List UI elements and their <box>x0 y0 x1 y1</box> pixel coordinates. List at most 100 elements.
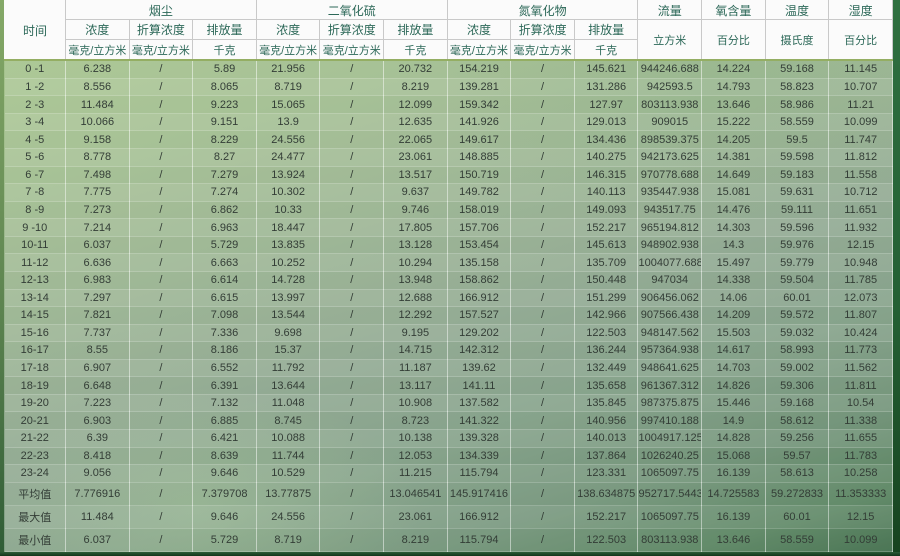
value-cell: 9.158 <box>66 131 130 149</box>
table-row: 4 -59.158/8.22924.556/22.065149.617/134.… <box>5 131 893 149</box>
subheader-nox-emission: 排放量 <box>574 20 638 40</box>
value-cell: 15.068 <box>702 447 766 465</box>
value-cell: 12.15 <box>829 505 893 528</box>
unit-so2-concentration: 毫克/立方米 <box>256 40 320 61</box>
value-cell: 157.706 <box>447 219 511 237</box>
value-cell: 58.823 <box>765 78 829 96</box>
value-cell: 149.782 <box>447 184 511 202</box>
value-cell: 139.328 <box>447 430 511 448</box>
value-cell: 14.725583 <box>702 482 766 505</box>
row-label-cell: 18-19 <box>5 377 66 395</box>
value-cell: 59.306 <box>765 377 829 395</box>
value-cell: / <box>511 236 575 254</box>
row-label-cell: 19-20 <box>5 394 66 412</box>
value-cell: 142.312 <box>447 342 511 360</box>
value-cell: / <box>511 394 575 412</box>
value-cell: 5.89 <box>193 60 257 78</box>
value-cell: 13.9 <box>256 113 320 131</box>
value-cell: / <box>320 236 384 254</box>
value-cell: 8.418 <box>66 447 130 465</box>
unit-humidity: 百分比 <box>829 20 893 61</box>
value-cell: 59.631 <box>765 184 829 202</box>
value-cell: / <box>320 342 384 360</box>
value-cell: / <box>511 447 575 465</box>
value-cell: 14.649 <box>702 166 766 184</box>
value-cell: 140.275 <box>574 149 638 167</box>
value-cell: 8.55 <box>66 342 130 360</box>
value-cell: 166.912 <box>447 289 511 307</box>
value-cell: 11.651 <box>829 201 893 219</box>
value-cell: 131.286 <box>574 78 638 96</box>
value-cell: 15.497 <box>702 254 766 272</box>
value-cell: 8.27 <box>193 149 257 167</box>
value-cell: / <box>320 528 384 551</box>
value-cell: 14.338 <box>702 271 766 289</box>
value-cell: 14.224 <box>702 60 766 78</box>
value-cell: / <box>320 324 384 342</box>
row-label-cell: 11-12 <box>5 254 66 272</box>
value-cell: 11.187 <box>384 359 448 377</box>
value-cell: 141.322 <box>447 412 511 430</box>
value-cell: / <box>511 430 575 448</box>
value-cell: 58.612 <box>765 412 829 430</box>
value-cell: 8.778 <box>66 149 130 167</box>
summary-row: 最大值11.484/9.64624.556/23.061166.912/152.… <box>5 505 893 528</box>
row-label-cell: 2 -3 <box>5 96 66 114</box>
value-cell: 59.032 <box>765 324 829 342</box>
value-cell: 10.529 <box>256 465 320 483</box>
value-cell: 9.746 <box>384 201 448 219</box>
table-row: 2 -311.484/9.22315.065/12.099159.342/127… <box>5 96 893 114</box>
value-cell: 13.517 <box>384 166 448 184</box>
value-cell: 24.477 <box>256 149 320 167</box>
value-cell: 14.715 <box>384 342 448 360</box>
value-cell: / <box>511 324 575 342</box>
value-cell: 9.637 <box>384 184 448 202</box>
value-cell: 11.811 <box>829 377 893 395</box>
value-cell: 7.775 <box>66 184 130 202</box>
value-cell: 6.614 <box>193 271 257 289</box>
value-cell: 9.646 <box>193 465 257 483</box>
row-label-cell: 23-24 <box>5 465 66 483</box>
value-cell: 6.907 <box>66 359 130 377</box>
value-cell: 11.744 <box>256 447 320 465</box>
value-cell: / <box>320 96 384 114</box>
row-label-cell: 12-13 <box>5 271 66 289</box>
value-cell: 1065097.75 <box>638 465 702 483</box>
subheader-nox-converted: 折算浓度 <box>511 20 575 40</box>
value-cell: 7.379708 <box>193 482 257 505</box>
value-cell: 9.646 <box>193 505 257 528</box>
value-cell: 13.646 <box>702 96 766 114</box>
value-cell: / <box>320 219 384 237</box>
value-cell: 24.556 <box>256 131 320 149</box>
row-label-cell: 20-21 <box>5 412 66 430</box>
value-cell: / <box>320 60 384 78</box>
value-cell: 137.864 <box>574 447 638 465</box>
value-cell: 127.97 <box>574 96 638 114</box>
value-cell: 1004077.688 <box>638 254 702 272</box>
table-row: 10-116.037/5.72913.835/13.128153.454/145… <box>5 236 893 254</box>
table-row: 9 -107.214/6.96318.447/17.805157.706/152… <box>5 219 893 237</box>
value-cell: 59.596 <box>765 219 829 237</box>
value-cell: 6.648 <box>66 377 130 395</box>
table-row: 22-238.418/8.63911.744/12.053134.339/137… <box>5 447 893 465</box>
value-cell: 6.552 <box>193 359 257 377</box>
value-cell: 7.098 <box>193 307 257 325</box>
value-cell: 59.504 <box>765 271 829 289</box>
value-cell: 15.065 <box>256 96 320 114</box>
row-label-cell: 21-22 <box>5 430 66 448</box>
unit-so2-emission: 千克 <box>384 40 448 61</box>
row-label-cell: 4 -5 <box>5 131 66 149</box>
column-header-oxygen: 氧含量 <box>702 1 766 20</box>
value-cell: 8.229 <box>193 131 257 149</box>
value-cell: 59.598 <box>765 149 829 167</box>
value-cell: 6.421 <box>193 430 257 448</box>
value-cell: 6.391 <box>193 377 257 395</box>
value-cell: 139.281 <box>447 78 511 96</box>
value-cell: 140.013 <box>574 430 638 448</box>
value-cell: 59.572 <box>765 307 829 325</box>
value-cell: 18.447 <box>256 219 320 237</box>
value-cell: 158.862 <box>447 271 511 289</box>
subheader-dust-converted: 折算浓度 <box>129 20 193 40</box>
subheader-so2-concentration: 浓度 <box>256 20 320 40</box>
value-cell: 59.5 <box>765 131 829 149</box>
